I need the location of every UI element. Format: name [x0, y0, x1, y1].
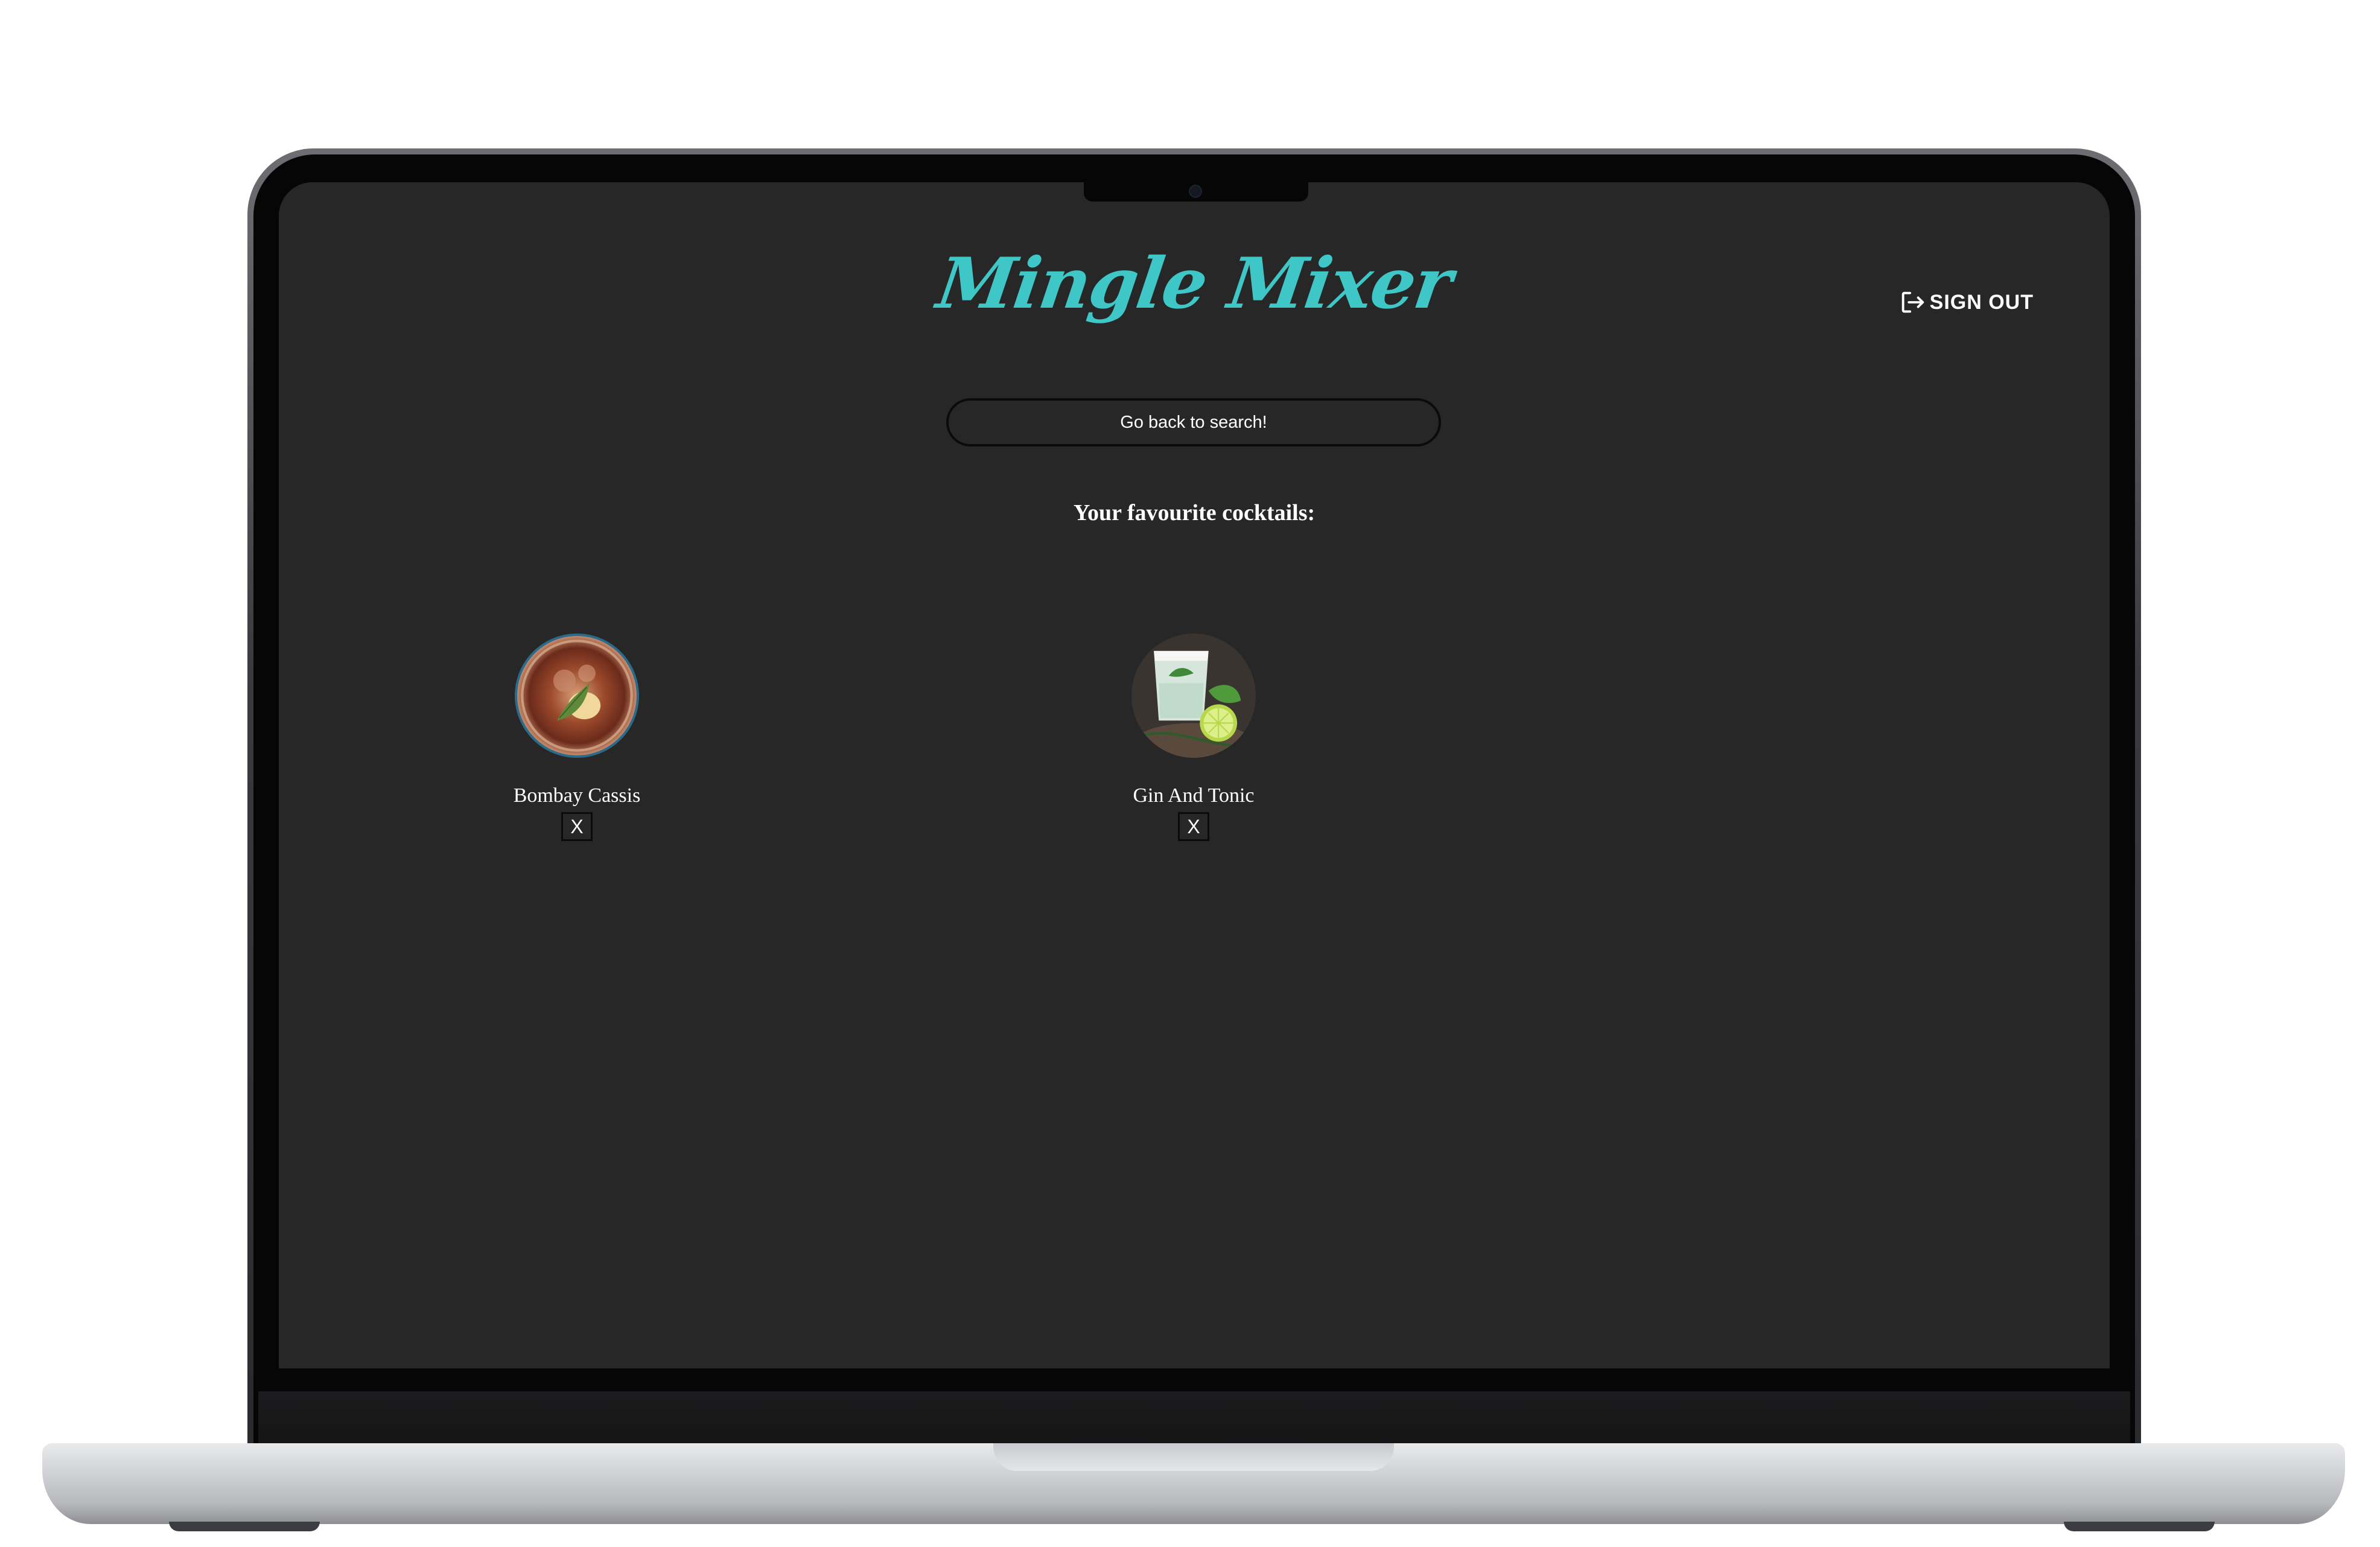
app-screen: Mingle Mixer SIGN OUT Go back to search!… [279, 182, 2110, 1368]
laptop-hinge [258, 1391, 2130, 1447]
remove-favourite-button[interactable]: X [1178, 812, 1209, 841]
favourite-card: Bombay Cassis X [468, 634, 686, 841]
cocktail-thumbnail-image [515, 634, 639, 758]
camera-icon [1189, 185, 1202, 198]
laptop-opening-notch [993, 1443, 1394, 1471]
cocktail-name: Gin And Tonic [1133, 784, 1255, 807]
laptop-frame: Mingle Mixer SIGN OUT Go back to search!… [0, 0, 2380, 1547]
remove-favourite-button[interactable]: X [561, 812, 593, 841]
cocktail-name: Bombay Cassis [513, 784, 641, 807]
cocktail-thumbnail-image [1131, 634, 1256, 758]
cocktail-thumbnail[interactable] [515, 634, 639, 758]
app-logo[interactable]: Mingle Mixer [279, 243, 2110, 325]
sign-out-label: SIGN OUT [1929, 290, 2034, 314]
cocktail-thumbnail[interactable] [1131, 634, 1256, 758]
favourite-card: Gin And Tonic X [1085, 634, 1302, 841]
laptop-foot-left [169, 1522, 320, 1531]
laptop-foot-right [2064, 1522, 2215, 1531]
favourites-heading: Your favourite cocktails: [1073, 500, 1316, 526]
sign-out-icon [1901, 291, 1924, 313]
sign-out-button[interactable]: SIGN OUT [1898, 288, 2034, 316]
back-to-search-button[interactable]: Go back to search! [946, 398, 1441, 446]
